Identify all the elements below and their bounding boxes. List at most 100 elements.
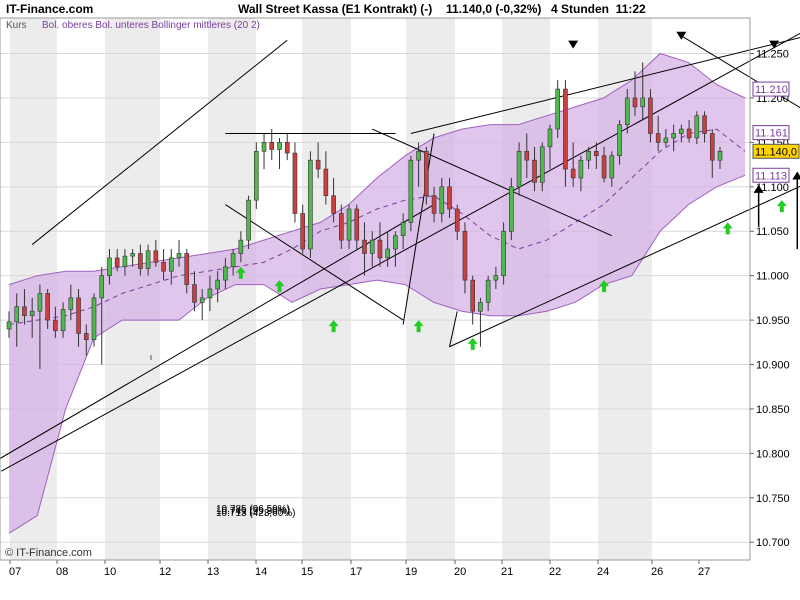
candle-body [362,239,367,254]
candle-body [331,195,336,214]
signal-arrow-head [792,171,800,180]
y-tick-label: 10.950 [756,315,790,327]
overlap-label: 10.713 (423,60%) [216,508,296,519]
y-tick-label: 10.700 [756,537,790,549]
candle-body [509,186,514,232]
chart-window: IT-Finance.com Wall Street Kassa (E1 Kon… [0,0,800,600]
candle-body [632,97,638,108]
candle-body [6,321,12,330]
candle-body [493,275,499,281]
candle-body [53,319,58,332]
candle-body [184,253,190,285]
y-tick-label: 10.750 [756,493,790,505]
candle-body [176,253,182,259]
y-tick-label: 11.000 [756,271,789,283]
candle-body [168,257,174,272]
y-tick-label: 10.800 [756,448,790,460]
candle-body [153,250,159,263]
x-tick-label: 19 [405,566,417,578]
candle-body [393,235,398,250]
candle-body [138,253,143,269]
y-tick-label: 11.250 [756,49,789,61]
x-tick-label: 15 [301,566,313,578]
candle-body [478,302,483,312]
x-tick-label: 26 [651,566,663,578]
candle-body [679,128,684,134]
candle-body [717,150,723,161]
candle-body [424,150,429,197]
candle-body [99,275,105,299]
candle-body [408,159,414,223]
candle-body [462,230,468,281]
x-tick-label: 12 [159,566,171,578]
price-label: 11.210 [755,84,788,96]
candle-body [516,150,522,188]
candle-body [215,279,220,290]
candle-body [439,186,445,214]
candle-body [485,279,491,303]
y-tick-label: 10.900 [756,360,790,372]
candle-body [400,222,406,236]
candle-body [702,115,707,134]
candle-body [76,297,81,334]
candle-body [609,155,615,179]
x-tick-label: 14 [255,566,267,578]
candle-body [207,288,213,299]
y-tick-label: 10.850 [756,404,790,416]
candle-body [145,250,151,269]
price-label: 11.161 [755,128,788,140]
candle-body [547,128,553,148]
price-label: 11.113 [755,170,787,182]
candle-body [524,150,530,161]
candle-body [192,284,197,303]
x-tick-label: 22 [549,566,561,578]
candle-body [594,150,599,157]
candle-body [261,142,267,152]
candle-body [431,195,437,214]
candle-body [122,255,128,268]
candle-body [663,137,669,143]
candle-body [308,159,313,250]
candle-body [601,155,607,179]
candle-body [532,159,537,183]
candle-body [369,239,375,254]
candle-body [655,133,661,143]
candle-body [68,297,74,310]
candle-body [22,306,27,316]
candle-body [83,333,89,340]
candle-body [617,124,622,157]
candle-body [254,150,259,201]
legend-bollinger: Bol. oberes Bol. unteres Bollinger mittl… [42,20,260,31]
buy-arrow [722,222,733,235]
candle-body [648,97,653,134]
buy-arrow [776,200,787,213]
candle-body [292,152,298,214]
candle-body [578,159,584,179]
candle-body [91,297,97,340]
x-tick-label: 21 [501,566,513,578]
x-tick-label: 27 [698,566,710,578]
x-tick-label: 13 [207,566,219,578]
candle-body [14,306,20,323]
x-tick-label: 20 [454,566,466,578]
candle-body [246,199,251,241]
candle-body [555,88,561,130]
candle-body [37,293,43,312]
candle-body [300,213,305,250]
candle-body [354,208,360,241]
candle-body [60,309,66,332]
candle-body [686,128,692,139]
candle-body [563,88,568,170]
candle-body [539,146,545,183]
candle-body [230,253,236,268]
x-tick-label: 24 [597,566,609,578]
candle-body [671,133,676,139]
candle-body [199,297,205,303]
candle-body [385,248,390,259]
candle-body [238,239,244,254]
candle-body [447,186,452,210]
candle-body [315,159,321,170]
price-chart: 10.700 10.750 10.800 10.850 10.900 10.950 11.0… [0,17,800,578]
y-tick-label: 11.100 [756,182,789,194]
price-label: 11.140,0 [755,146,797,158]
